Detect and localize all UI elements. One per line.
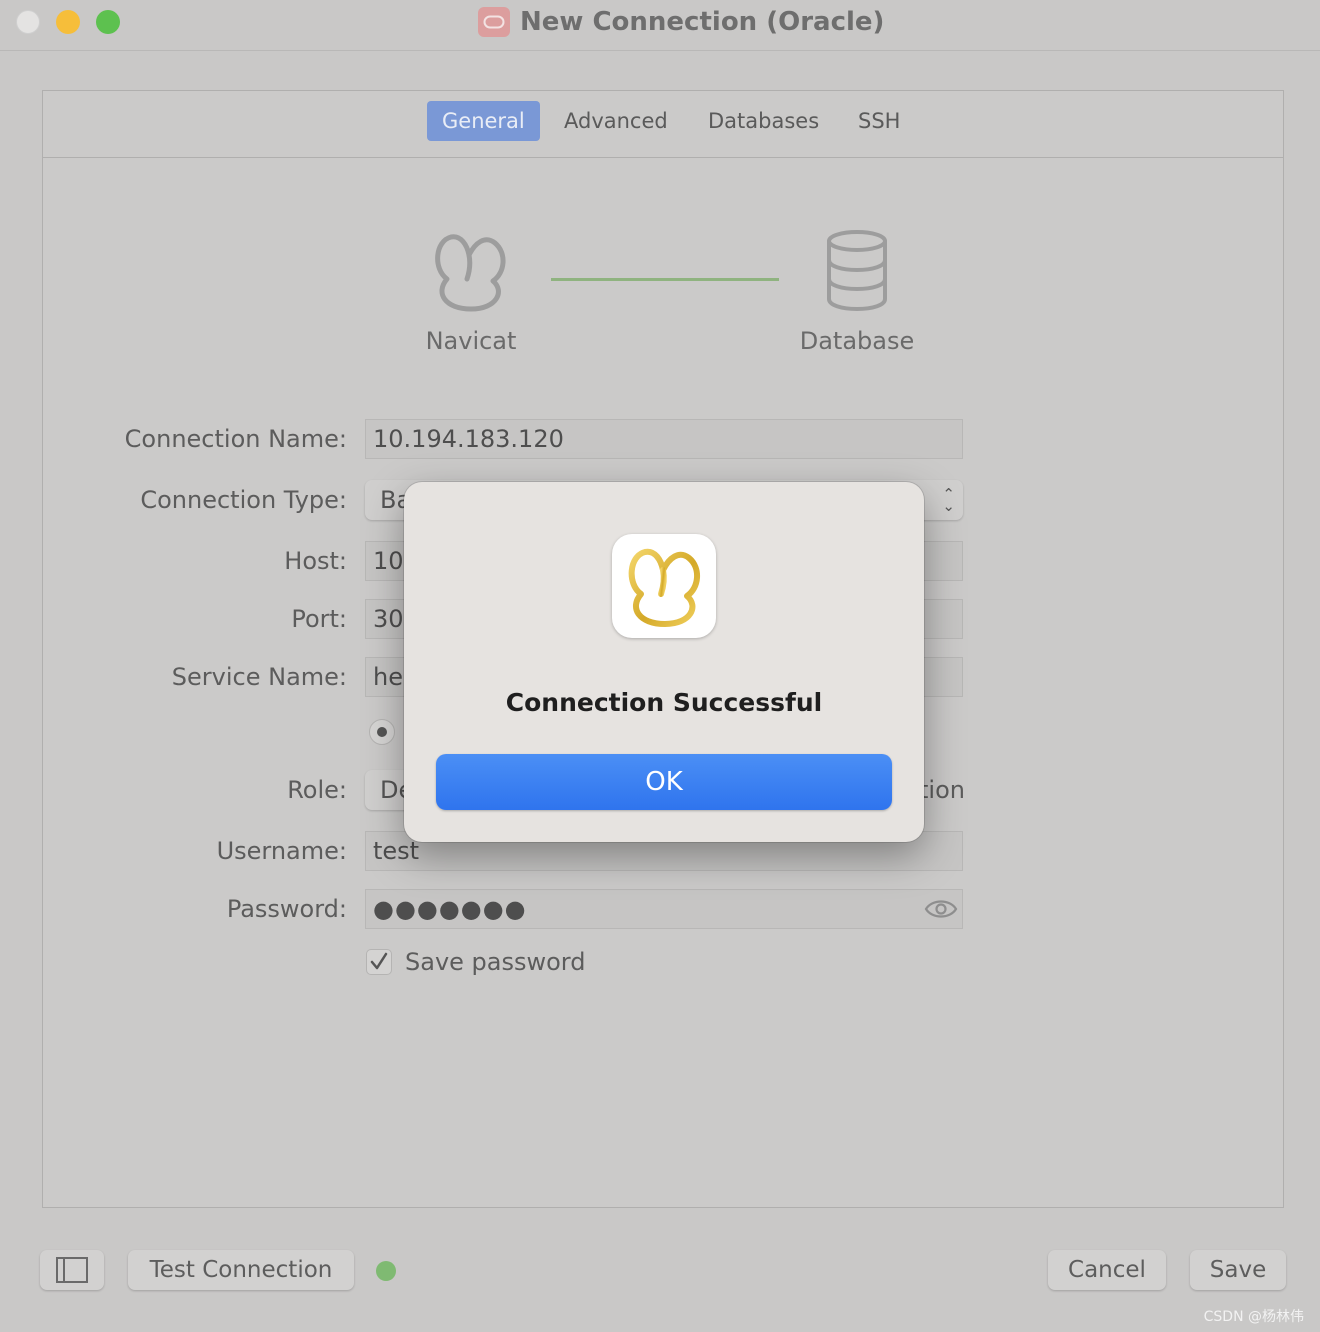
username-label: Username:	[216, 837, 347, 865]
window-title: New Connection (Oracle)	[478, 6, 884, 38]
eye-icon[interactable]	[924, 894, 958, 928]
connection-success-dialog: Connection Successful OK	[404, 482, 924, 842]
tab-databases[interactable]: Databases	[693, 101, 834, 141]
sidebar-icon	[56, 1257, 88, 1283]
password-input[interactable]: ●●●●●●●	[365, 889, 963, 929]
connection-name-input[interactable]: 10.194.183.120	[365, 419, 963, 459]
navicat-app-icon	[612, 534, 716, 638]
connection-link-line	[551, 278, 779, 281]
role-label: Role:	[287, 776, 347, 804]
service-name-radio[interactable]	[369, 719, 395, 745]
connection-status-indicator	[376, 1261, 396, 1281]
title-bar: New Connection (Oracle)	[0, 0, 1320, 51]
tab-bar: General Advanced Databases SSH	[43, 91, 1283, 158]
oracle-icon	[478, 7, 510, 37]
ok-button[interactable]: OK	[436, 754, 892, 810]
tab-advanced[interactable]: Advanced	[549, 101, 683, 141]
host-label: Host:	[284, 547, 347, 575]
save-button[interactable]: Save	[1190, 1250, 1286, 1290]
save-password-checkbox[interactable]	[366, 949, 392, 975]
port-label: Port:	[291, 605, 347, 633]
cancel-button[interactable]: Cancel	[1048, 1250, 1166, 1290]
zoom-window-button[interactable]	[96, 10, 120, 34]
database-icon	[825, 229, 889, 315]
role-extra-text: tion	[919, 776, 965, 804]
close-window-button[interactable]	[16, 10, 40, 34]
connection-type-label: Connection Type:	[140, 486, 347, 514]
navicat-icon	[427, 229, 513, 317]
service-name-label: Service Name:	[171, 663, 347, 691]
save-password-label: Save password	[405, 948, 586, 976]
password-value: ●●●●●●●	[373, 895, 527, 923]
navicat-label: Navicat	[425, 327, 517, 355]
database-label: Database	[799, 327, 915, 355]
minimize-window-button[interactable]	[56, 10, 80, 34]
radio-dot-icon	[377, 727, 387, 737]
checkmark-icon	[370, 952, 388, 970]
tab-general[interactable]: General	[427, 101, 540, 141]
window-title-text: New Connection (Oracle)	[520, 7, 885, 37]
dialog-title: Connection Successful	[505, 688, 823, 717]
watermark: CSDN @杨林伟	[1203, 1309, 1304, 1325]
chevron-up-down-icon: ⌃ ⌄	[942, 485, 955, 515]
password-label: Password:	[226, 895, 347, 923]
sidebar-toggle-button[interactable]	[40, 1250, 104, 1290]
test-connection-button[interactable]: Test Connection	[128, 1250, 354, 1290]
tab-ssh[interactable]: SSH	[843, 101, 915, 141]
connection-name-label: Connection Name:	[124, 425, 347, 453]
